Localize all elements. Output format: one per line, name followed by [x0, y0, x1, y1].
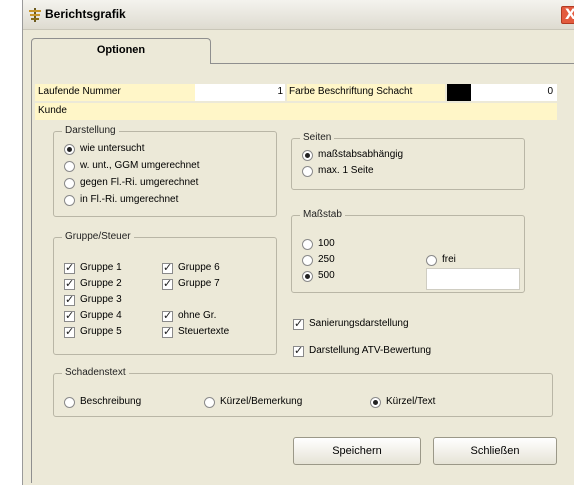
farbe-label: Farbe Beschriftung Schacht [289, 86, 413, 97]
checkbox-label: Gruppe 6 [178, 262, 220, 273]
seiten-group: Seiten maßstabsabhängig max. 1 Seite [291, 132, 525, 190]
checkbox-label: Gruppe 3 [80, 294, 122, 305]
radio-icon [302, 239, 313, 250]
massstab-group: Maßstab 100 250 500 frei [291, 209, 525, 293]
gruppe-steuer-title: Gruppe/Steuer [62, 231, 134, 242]
checkbox-label: Steuertexte [178, 326, 230, 337]
option-label: maßstabsabhängig [318, 149, 404, 160]
farbe-field[interactable]: 0 [471, 84, 557, 101]
checkbox-label: Gruppe 5 [80, 326, 122, 337]
checkbox-icon [64, 261, 75, 274]
app-icon [29, 8, 41, 22]
farbe-label-cell: Farbe Beschriftung Schacht [287, 84, 445, 101]
checkbox-icon [64, 325, 75, 338]
close-window-button[interactable]: X [561, 6, 574, 24]
schadenstext-title: Schadenstext [62, 367, 129, 378]
kunde-label-cell: Kunde [35, 103, 195, 120]
radio-icon [302, 166, 313, 177]
laufende-nummer-value: 1 [277, 86, 283, 97]
tab-label: Optionen [96, 44, 146, 56]
checkbox-icon [162, 309, 173, 322]
checkbox-label: Gruppe 4 [80, 310, 122, 321]
radio-icon [302, 255, 313, 266]
radio-icon [302, 271, 313, 282]
radio-icon [64, 195, 75, 206]
gruppe-steuer-group: Gruppe/Steuer Gruppe 1 Gruppe 2 Gruppe 3… [53, 231, 277, 355]
checkbox-label: Gruppe 1 [80, 262, 122, 273]
checkbox-label: Gruppe 7 [178, 278, 220, 289]
checkbox-label: ohne Gr. [178, 310, 217, 321]
massstab-frei-input[interactable] [426, 268, 520, 290]
option-label: frei [442, 254, 456, 265]
checkbox-icon [162, 261, 173, 274]
report-graphic-dialog: Berichtsgrafik X Optionen Laufende Numme… [22, 0, 574, 485]
option-label: max. 1 Seite [318, 165, 374, 176]
close-icon: X [565, 7, 574, 23]
option-label: w. unt., GGM umgerechnet [80, 160, 200, 171]
checkbox-icon [64, 309, 75, 322]
checkbox-icon [162, 277, 173, 290]
checkbox-label: Sanierungsdarstellung [309, 318, 409, 329]
checkbox-label: Gruppe 2 [80, 278, 122, 289]
massstab-title: Maßstab [300, 209, 345, 220]
tab-optionen[interactable]: Optionen [31, 38, 211, 64]
checkbox-icon [293, 344, 304, 357]
darstellung-title: Darstellung [62, 125, 119, 136]
schadenstext-group: Schadenstext Beschreibung Kürzel/Bemerku… [53, 367, 553, 417]
option-label: 100 [318, 238, 335, 249]
option-label: Kürzel/Bemerkung [220, 396, 303, 407]
farbe-color-swatch[interactable] [447, 84, 471, 101]
radio-icon [64, 397, 75, 408]
radio-icon [64, 144, 75, 155]
radio-icon [64, 161, 75, 172]
option-label: 500 [318, 270, 335, 281]
checkbox-icon [64, 277, 75, 290]
radio-icon [302, 150, 313, 161]
kunde-field[interactable] [195, 103, 557, 120]
radio-icon [426, 255, 437, 266]
checkbox-icon [162, 325, 173, 338]
option-label: gegen Fl.-Ri. umgerechnet [80, 177, 199, 188]
title-bar[interactable]: Berichtsgrafik X [23, 0, 574, 30]
laufende-nummer-label-cell: Laufende Nummer [35, 84, 195, 101]
window-title: Berichtsgrafik [45, 7, 126, 21]
kunde-label: Kunde [38, 105, 67, 116]
option-label: 250 [318, 254, 335, 265]
option-label: wie untersucht [80, 143, 145, 154]
save-button[interactable]: Speichern [293, 437, 421, 465]
checkbox-icon [293, 317, 304, 330]
radio-icon [204, 397, 215, 408]
option-label: Kürzel/Text [386, 396, 436, 407]
laufende-nummer-label: Laufende Nummer [38, 86, 121, 97]
checkbox-label: Darstellung ATV-Bewertung [309, 345, 432, 356]
farbe-value: 0 [547, 86, 553, 97]
darstellung-group: Darstellung wie untersucht w. unt., GGM … [53, 125, 277, 217]
laufende-nummer-field[interactable]: 1 [195, 84, 285, 101]
option-label: in Fl.-Ri. umgerechnet [80, 194, 179, 205]
radio-icon [64, 178, 75, 189]
option-label: Beschreibung [80, 396, 142, 407]
close-button[interactable]: Schließen [433, 437, 557, 465]
seiten-title: Seiten [300, 132, 335, 143]
checkbox-icon [64, 293, 75, 306]
radio-icon [370, 397, 381, 408]
